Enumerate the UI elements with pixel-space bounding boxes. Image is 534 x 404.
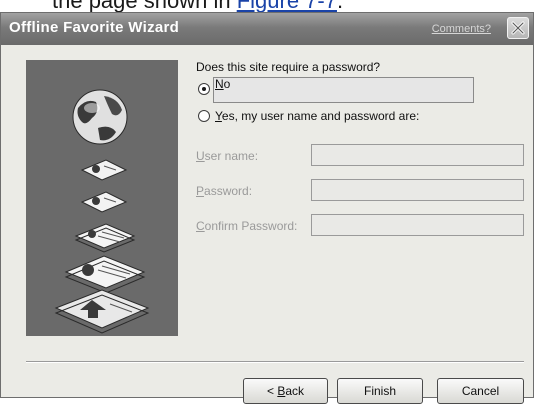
password-question: Does this site require a password? bbox=[196, 60, 381, 74]
comments-link[interactable]: Comments? bbox=[432, 23, 491, 35]
back-button-label: ack bbox=[285, 384, 305, 398]
close-icon bbox=[511, 21, 525, 35]
option-no-box[interactable] bbox=[213, 77, 474, 103]
document-icon bbox=[80, 191, 128, 213]
title-bar[interactable]: Offline Favorite Wizard Comments? bbox=[1, 13, 533, 45]
radio-no-accel: N bbox=[215, 77, 224, 91]
wizard-illustration bbox=[26, 60, 178, 336]
finish-button[interactable]: Finish bbox=[337, 378, 423, 404]
radio-yes-rest: es, my user name and password are: bbox=[221, 109, 420, 123]
close-button[interactable] bbox=[507, 17, 529, 39]
password-label-text: assword: bbox=[204, 184, 253, 198]
radio-yes-label[interactable]: Yes, my user name and password are: bbox=[215, 109, 419, 123]
cancel-button[interactable]: Cancel bbox=[437, 378, 524, 404]
user-name-label: User name: bbox=[196, 149, 258, 163]
radio-no-rest: o bbox=[223, 77, 231, 91]
radio-no[interactable] bbox=[198, 83, 210, 95]
folder-arrow-icon bbox=[54, 289, 150, 334]
page-stack-icon bbox=[74, 223, 136, 253]
page-stack-icon bbox=[64, 255, 146, 294]
offline-favorite-wizard-dialog: Offline Favorite Wizard Comments? Does t… bbox=[0, 12, 534, 404]
password-label: Password: bbox=[196, 184, 252, 198]
dialog-title: Offline Favorite Wizard bbox=[9, 19, 180, 36]
confirm-password-input[interactable] bbox=[311, 214, 524, 236]
confirm-password-label-text: onfirm Password: bbox=[204, 219, 298, 233]
radio-selected-dot bbox=[202, 87, 206, 91]
password-accel: P bbox=[196, 184, 205, 198]
user-name-accel: U bbox=[196, 149, 205, 163]
radio-yes[interactable] bbox=[198, 110, 210, 122]
confirm-password-accel: C bbox=[196, 219, 205, 233]
back-button-prefix: < bbox=[266, 384, 278, 398]
radio-yes-accel: Y bbox=[215, 109, 222, 123]
globe-icon bbox=[72, 89, 128, 145]
user-name-input[interactable] bbox=[311, 144, 524, 166]
password-input[interactable] bbox=[311, 179, 524, 201]
back-button[interactable]: < Back bbox=[243, 378, 328, 404]
radio-no-label[interactable]: No bbox=[215, 77, 230, 91]
button-divider bbox=[26, 361, 524, 363]
document-icon bbox=[80, 159, 128, 181]
confirm-password-label: Confirm Password: bbox=[196, 219, 297, 233]
user-name-label-text: ser name: bbox=[204, 149, 259, 163]
